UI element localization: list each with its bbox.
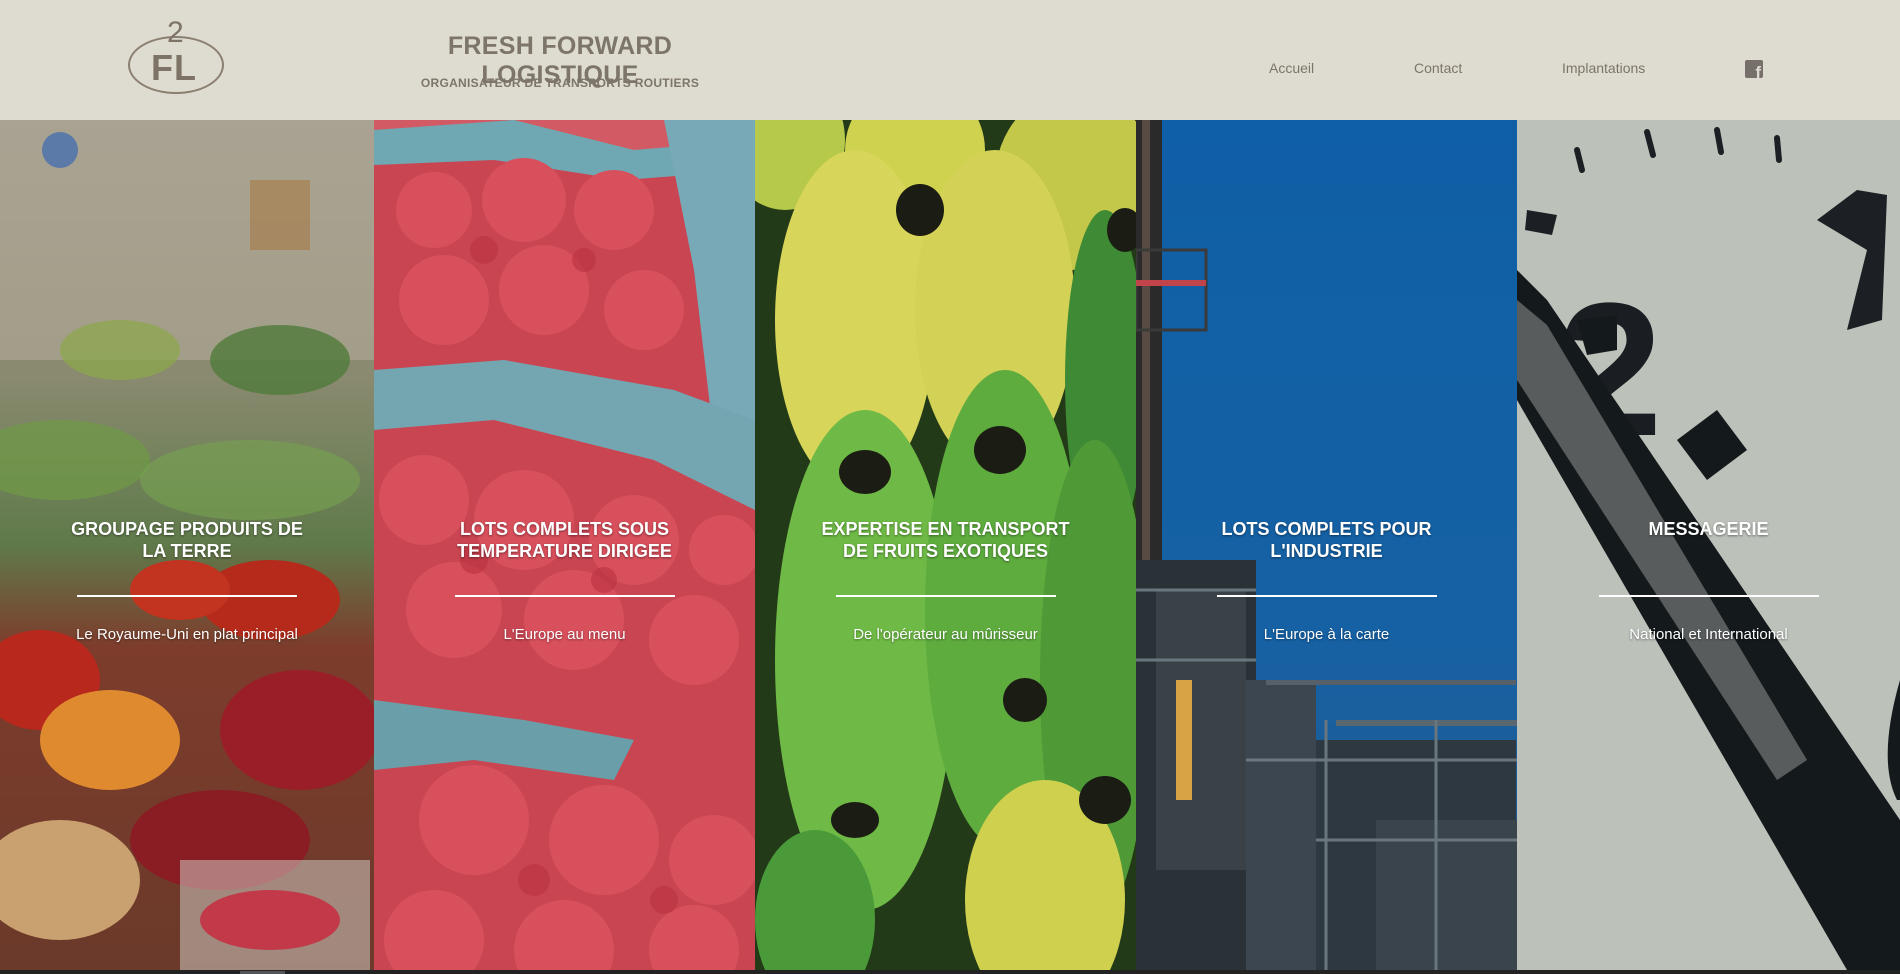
panel-industry[interactable]: LOTS COMPLETS POUR L'INDUSTRIE L'Europe … <box>1136 120 1517 970</box>
site-header: 2 FL FRESH FORWARD LOGISTIQUE ORGANISATE… <box>0 0 1900 120</box>
panel-groupage[interactable]: GROUPAGE PRODUITS DE LA TERRE Le Royaume… <box>0 120 374 970</box>
panel-title: GROUPAGE PRODUITS DE LA TERRE <box>71 519 303 561</box>
panel-title: LOTS COMPLETS SOUS TEMPERATURE DIRIGEE <box>457 519 672 561</box>
divider <box>454 595 675 597</box>
panel-title: MESSAGERIE <box>1648 519 1769 539</box>
nav-implantations[interactable]: Implantations <box>1562 60 1645 76</box>
divider <box>1598 595 1819 597</box>
panel-subtitle: De l'opérateur au mûrisseur <box>853 626 1038 643</box>
service-panels: GROUPAGE PRODUITS DE LA TERRE Le Royaume… <box>0 120 1900 970</box>
nav-contact[interactable]: Contact <box>1414 60 1462 76</box>
panel-title: EXPERTISE EN TRANSPORT DE FRUITS EXOTIQU… <box>821 519 1070 561</box>
logo-number: 2 <box>167 16 184 49</box>
site: 2 FL FRESH FORWARD LOGISTIQUE ORGANISATE… <box>0 0 1900 974</box>
divider <box>77 595 297 597</box>
panel-exotic[interactable]: EXPERTISE EN TRANSPORT DE FRUITS EXOTIQU… <box>755 120 1136 970</box>
logo[interactable]: 2 FL <box>124 18 228 98</box>
horizontal-scrollbar[interactable] <box>0 970 1900 974</box>
panel-subtitle: L'Europe à la carte <box>1263 626 1390 643</box>
panel-subtitle: National et International <box>1629 626 1788 643</box>
clock-face-image: 2 <box>1517 120 1900 970</box>
divider <box>835 595 1056 597</box>
nav-accueil[interactable]: Accueil <box>1269 60 1314 76</box>
facebook-glyph: f <box>1755 63 1761 78</box>
panel-temperature[interactable]: LOTS COMPLETS SOUS TEMPERATURE DIRIGEE L… <box>374 120 755 970</box>
logo-letters: FL <box>151 47 197 88</box>
panel-title: LOTS COMPLETS POUR L'INDUSTRIE <box>1221 519 1432 561</box>
panel-subtitle: L'Europe au menu <box>503 626 626 643</box>
brand-tagline: ORGANISATEUR DE TRANSPORTS ROUTIERS <box>420 76 700 90</box>
panel-subtitle: Le Royaume-Uni en plat principal <box>76 626 298 643</box>
panel-messagerie[interactable]: 2 MESSAGERIE National et International <box>1517 120 1900 970</box>
facebook-icon[interactable]: f <box>1745 60 1763 78</box>
divider <box>1216 595 1437 597</box>
